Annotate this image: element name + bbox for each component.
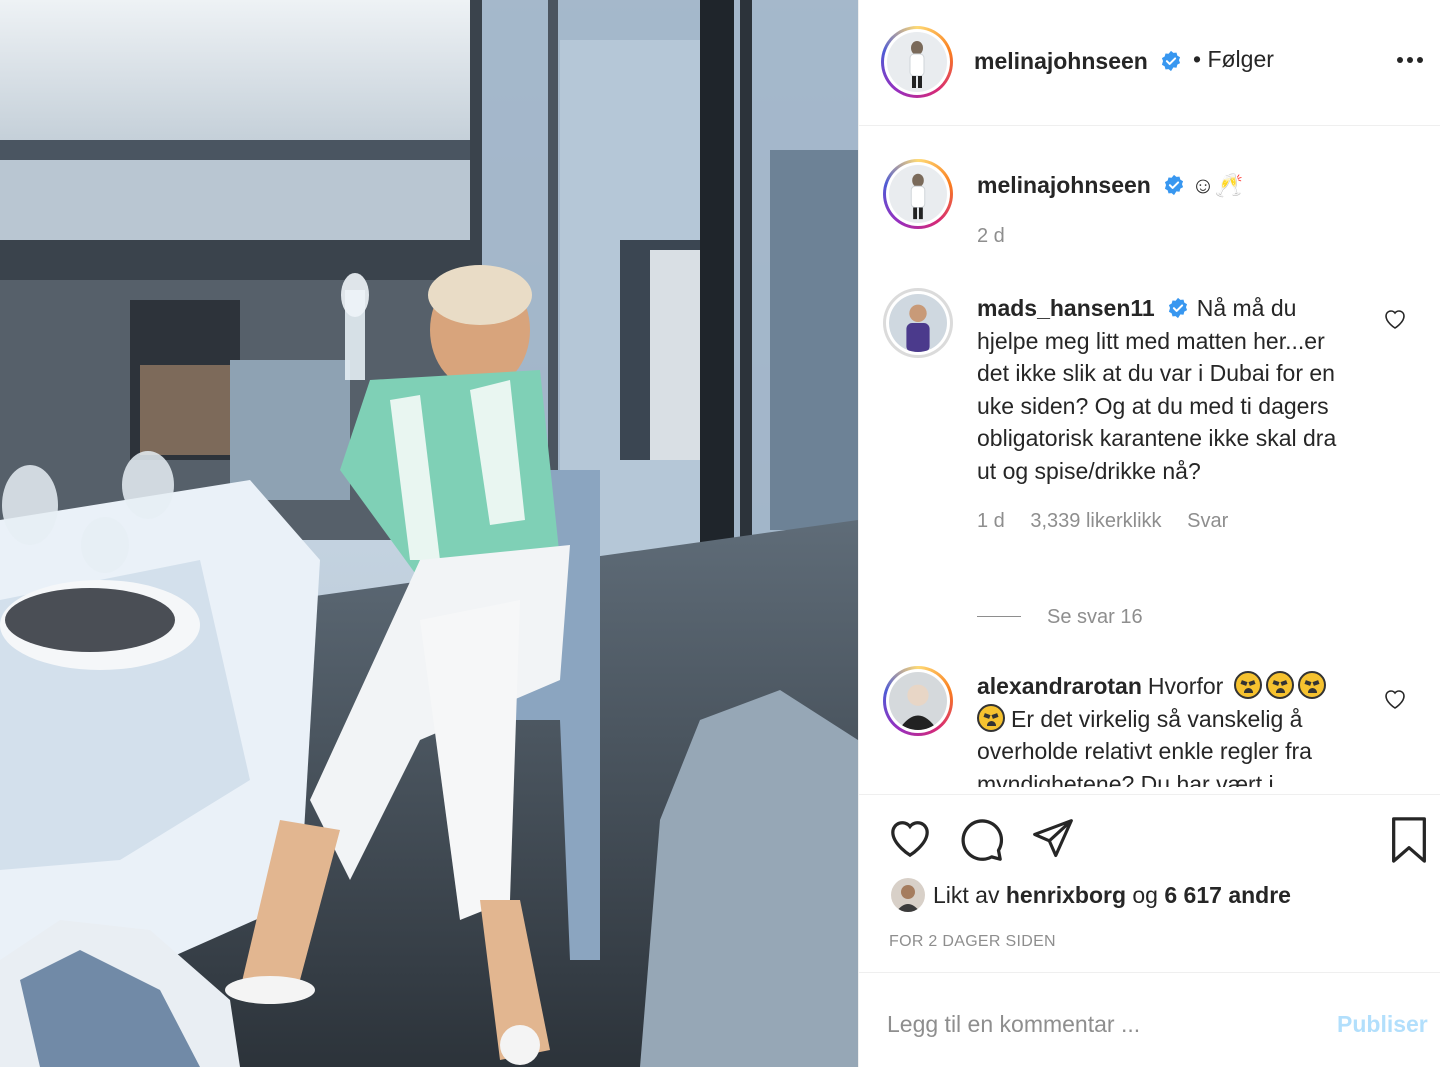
comment-heart-icon[interactable] xyxy=(1383,308,1407,330)
post-side-panel: melinajohnseen • Følger melinajohnseen ☺… xyxy=(858,0,1440,1067)
caption-username[interactable]: melinajohnseen xyxy=(977,172,1151,198)
publish-button[interactable]: Publiser xyxy=(1337,1011,1428,1038)
caption-meta: 2 d xyxy=(977,220,1352,253)
angry-face-emoji-icon xyxy=(1233,671,1262,699)
likes-count[interactable]: 6 617 andre xyxy=(1164,882,1291,908)
post-photo[interactable] xyxy=(0,0,858,1067)
add-comment-bar: Publiser xyxy=(859,972,1440,1067)
commenter-avatar[interactable] xyxy=(883,666,953,736)
liked-by: Likt av henrixborg og 6 617 andre xyxy=(891,878,1291,912)
comment-text: Nå må du hjelpe meg litt med matten her.… xyxy=(977,295,1337,484)
author-avatar-image xyxy=(889,165,947,223)
replies-divider xyxy=(977,616,1021,617)
reply-button[interactable]: Svar xyxy=(1187,510,1228,532)
comment-likes[interactable]: 3,339 likerklikk xyxy=(1030,510,1161,532)
comment-bubble-icon[interactable] xyxy=(959,817,1005,863)
author-username[interactable]: melinajohnseen xyxy=(974,48,1148,75)
view-replies-label: Se svar 16 xyxy=(1047,606,1143,628)
comment-username[interactable]: mads_hansen11 xyxy=(977,295,1155,321)
heart-icon[interactable] xyxy=(887,817,933,859)
liked-by-middle: og xyxy=(1132,882,1158,908)
author-avatar[interactable] xyxy=(883,159,953,229)
post-image xyxy=(0,0,858,1067)
verified-badge-icon xyxy=(1168,297,1187,319)
angry-face-emoji-icon xyxy=(977,703,1005,732)
author-avatar-image xyxy=(887,32,947,92)
bookmark-icon[interactable] xyxy=(1389,817,1429,863)
comment-age[interactable]: 1 d xyxy=(977,510,1005,532)
verified-badge-icon xyxy=(1164,174,1183,196)
commenter-avatar-image xyxy=(889,672,947,730)
post-header: melinajohnseen • Følger xyxy=(859,0,1440,126)
comment-text-rest: Er det virkelig så vanskelig å overholde… xyxy=(977,705,1312,788)
commenter-avatar[interactable] xyxy=(883,288,953,358)
more-dots-icon[interactable] xyxy=(1397,54,1427,66)
angry-face-emoji-icon xyxy=(1297,671,1326,699)
liked-by-user[interactable]: henrixborg xyxy=(1006,882,1126,908)
angry-face-emoji-icon xyxy=(1265,671,1294,699)
comment-text-start: Hvorfor xyxy=(1147,673,1224,699)
comment-username[interactable]: alexandrarotan xyxy=(977,673,1142,699)
verified-badge-icon xyxy=(1161,50,1181,72)
paper-plane-icon[interactable] xyxy=(1031,817,1075,861)
liked-by-avatar-image xyxy=(891,878,925,912)
comment-meta: 1 d 3,339 likerklikk Svar xyxy=(977,505,1352,538)
view-replies-button[interactable]: Se svar 16 xyxy=(977,606,1143,629)
author-avatar[interactable] xyxy=(881,26,953,98)
commenter-avatar-image xyxy=(889,294,947,352)
liked-by-prefix: Likt av xyxy=(933,882,1000,908)
caption-text: ☺🥂 xyxy=(1191,172,1244,198)
following-label[interactable]: • Følger xyxy=(1193,46,1274,73)
post-timestamp[interactable]: FOR 2 DAGER SIDEN xyxy=(889,933,1056,951)
caption-age[interactable]: 2 d xyxy=(977,225,1005,247)
comment-heart-icon[interactable] xyxy=(1383,688,1407,710)
comment-input[interactable] xyxy=(887,1007,1327,1041)
liked-by-avatar[interactable] xyxy=(891,878,925,912)
comments-list[interactable]: melinajohnseen ☺🥂 2 d mads_hansen11 Nå m… xyxy=(859,127,1440,787)
